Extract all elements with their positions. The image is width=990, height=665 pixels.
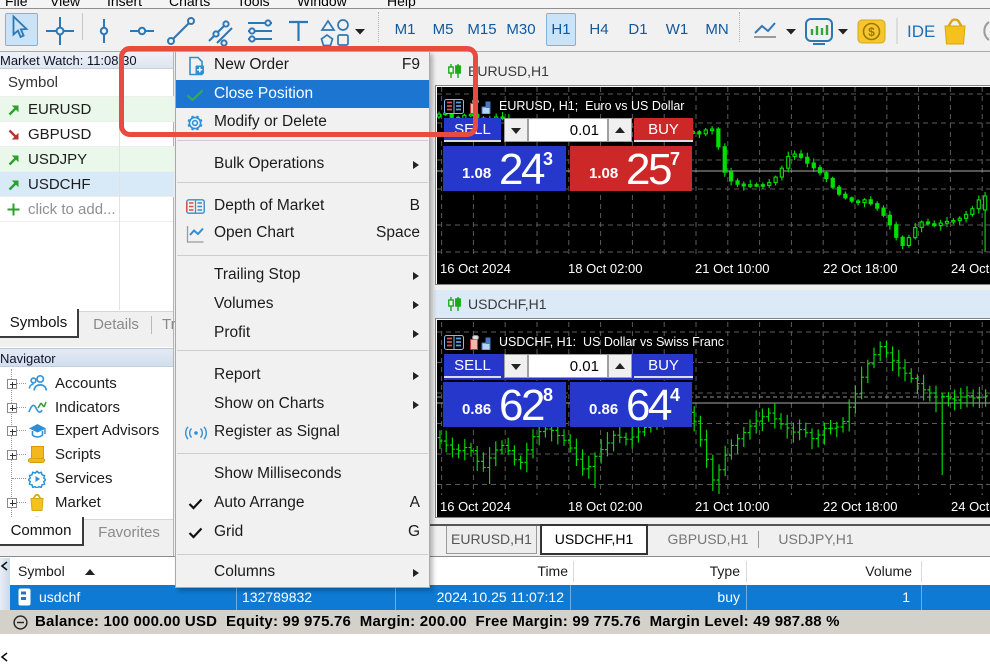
svg-text:$: $ [868, 25, 875, 39]
svg-text:IDE: IDE [907, 22, 935, 41]
